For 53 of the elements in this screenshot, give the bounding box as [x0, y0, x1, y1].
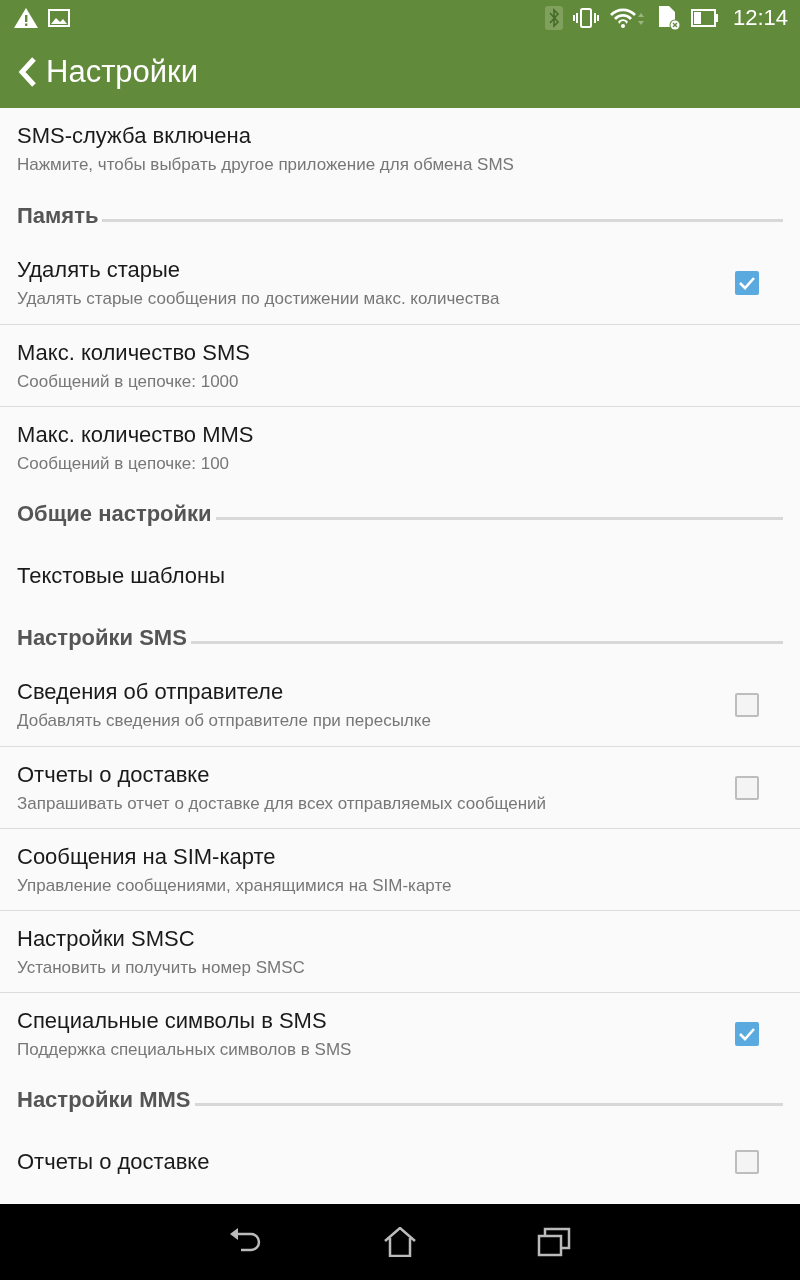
settings-item[interactable]: Отчеты о доставке Запрашивать отчет о доставке для всех отправляемых сообщений [0, 746, 800, 828]
wifi-icon [608, 7, 647, 29]
warning-icon [14, 8, 38, 28]
image-icon [48, 9, 70, 27]
checkbox[interactable] [735, 693, 759, 717]
section-title: Общие настройки [17, 501, 212, 527]
item-title: Специальные символы в SMS [17, 1007, 328, 1034]
item-summary: Установить и получить номер SMSC [17, 957, 306, 978]
checkbox[interactable] [735, 271, 759, 295]
checkbox[interactable] [735, 775, 759, 800]
item-title: Настройки SMSC [17, 925, 196, 952]
item-title: Отчеты о доставке [17, 1149, 211, 1175]
item-summary: Сообщений в цепочке: 1000 [17, 371, 240, 392]
item-summary: Управление сообщениями, хранящимися на SIM-карте [17, 875, 453, 896]
screen-title: Настройки [46, 54, 198, 90]
battery-icon [690, 9, 719, 27]
bluetooth-icon [544, 6, 563, 30]
checkbox[interactable] [735, 1021, 759, 1046]
settings-item[interactable]: Специальные символы в SMS Поддержка специальных символов в SMS [0, 992, 800, 1074]
settings-item[interactable]: SMS-служба включена Нажмите, чтобы выбрать другое приложение для обмена SMS [0, 108, 800, 190]
item-title: Текстовые шаблоны [17, 563, 226, 589]
settings-item[interactable]: Сведения об отправителе Добавлять сведения об отправителе при пересылке [0, 664, 800, 746]
home-icon[interactable] [383, 1227, 417, 1257]
item-summary: Поддержка специальных символов в SMS [17, 1039, 353, 1060]
section-title: Настройки SMS [17, 625, 187, 651]
item-title: Макс. количество SMS [17, 339, 251, 366]
settings-item[interactable]: Настройки SMSC Установить и получить номер SMSC [0, 910, 800, 992]
item-summary: Добавлять сведения об отправителе при пересылке [17, 711, 432, 731]
section-title: Настройки MMS [17, 1087, 191, 1113]
section-title: Память [17, 203, 99, 229]
settings-item[interactable]: Удалять старые Удалять старые сообщения по достижении макс. количества [0, 242, 800, 324]
vibrate-icon [572, 7, 599, 29]
settings-item[interactable]: Отчеты о доставке [0, 1126, 800, 1198]
checkmark-icon [738, 1026, 756, 1041]
clock: 12:14 [732, 5, 788, 31]
item-title: Удалять старые [17, 257, 182, 283]
item-summary: Сообщений в цепочке: 100 [17, 453, 231, 474]
checkmark-icon [738, 276, 756, 290]
sd-card-error-icon [656, 5, 681, 31]
item-title: Сообщения на SIM-карте [17, 843, 277, 870]
item-summary: Запрашивать отчет о доставке для всех отправляемых сообщений [17, 793, 548, 814]
item-summary: Удалять старые сообщения по достижении макс. количества [17, 289, 501, 309]
item-summary: Нажмите, чтобы выбрать другое приложение для обмена SMS [17, 155, 515, 175]
checkbox[interactable] [735, 1150, 759, 1174]
recent-apps-icon[interactable] [537, 1227, 571, 1257]
settings-item[interactable]: Сообщения на SIM-карте Управление сообщениями, хранящимися на SIM-карте [0, 828, 800, 910]
settings-item[interactable]: Текстовые шаблоны [0, 540, 800, 612]
item-title: Макс. количество MMS [17, 421, 255, 448]
item-title: Сведения об отправителе [17, 679, 285, 705]
settings-item[interactable]: Макс. количество MMS Сообщений в цепочке: 100 [0, 406, 800, 488]
settings-item[interactable]: Макс. количество SMS Сообщений в цепочке: 1000 [0, 324, 800, 406]
item-title: SMS-служба включена [17, 123, 252, 149]
item-title: Отчеты о доставке [17, 761, 211, 788]
